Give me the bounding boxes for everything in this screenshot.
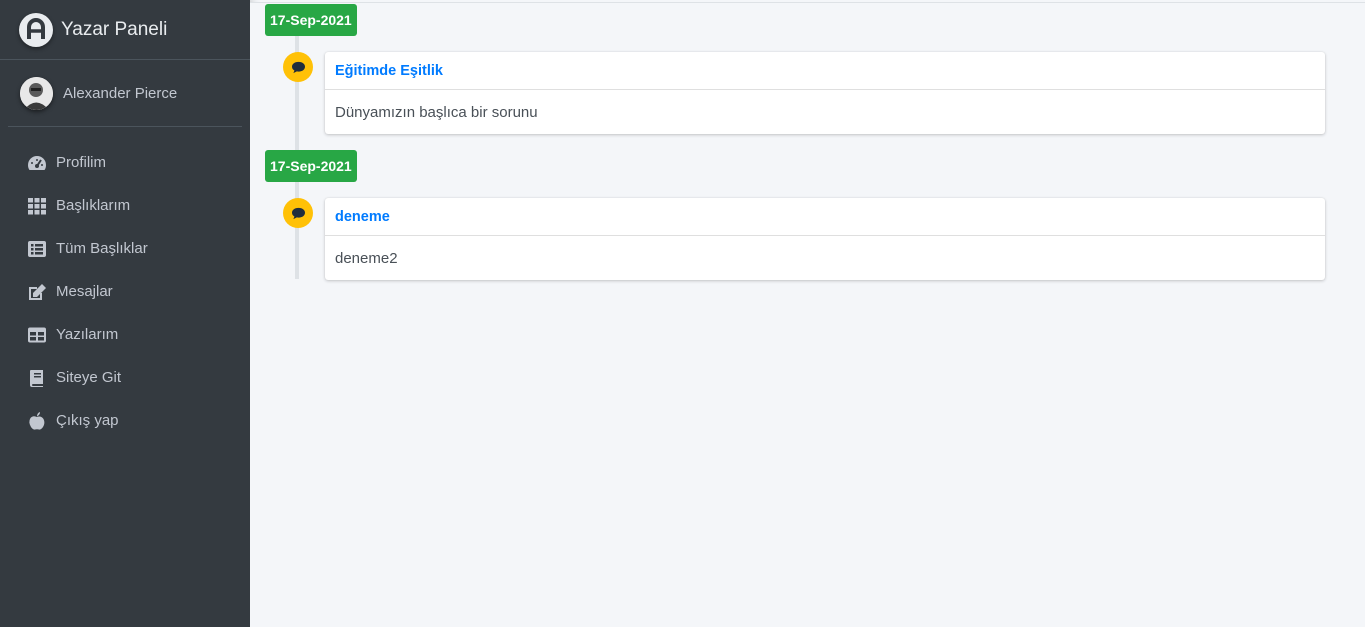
sidebar-item-siteye-git[interactable]: Siteye Git [0,356,250,399]
user-panel: Alexander Pierce [8,60,242,127]
avatar[interactable] [20,76,53,110]
timeline-item-header: deneme [325,198,1325,236]
timeline-item-body: deneme2 [335,249,398,267]
timeline-item-title-link[interactable]: deneme [335,209,390,225]
book-icon [26,368,48,388]
comment-icon [283,52,313,82]
sidebar-item-label: Profilim [56,154,107,171]
timeline-date-badge: 17-Sep-2021 [265,4,357,36]
tachometer-icon [26,153,48,173]
sidebar-nav: Profilim Başlıklarım Tüm Başlıklar Mesaj… [0,127,250,442]
sidebar-item-label: Çıkış yap [56,412,119,429]
timeline-item: Eğitimde Eşitlik Dünyamızın başlıca bir … [325,52,1325,134]
list-icon [26,239,48,259]
brand-link[interactable]: Yazar Paneli [0,0,250,60]
sidebar-item-cikis-yap[interactable]: Çıkış yap [0,399,250,442]
sidebar-item-mesajlar[interactable]: Mesajlar [0,270,250,313]
user-name[interactable]: Alexander Pierce [63,85,177,102]
sidebar: Yazar Paneli Alexander Pierce Profilim B… [0,0,250,627]
sidebar-item-label: Tüm Başlıklar [56,240,148,257]
brand-logo-icon [19,12,53,47]
apple-icon [26,411,48,431]
grid-icon [26,196,48,216]
timeline-item-title-link[interactable]: Eğitimde Eşitlik [335,63,443,79]
edit-icon [26,282,48,302]
sidebar-item-yazilarim[interactable]: Yazılarım [0,313,250,356]
sidebar-item-tum-basliklar[interactable]: Tüm Başlıklar [0,227,250,270]
timeline-date-badge: 17-Sep-2021 [265,150,357,182]
table-icon [26,325,48,345]
sidebar-item-label: Yazılarım [56,326,119,343]
sidebar-item-basliklarim[interactable]: Başlıklarım [0,184,250,227]
timeline-item-body: Dünyamızın başlıca bir sorunu [335,103,538,121]
comment-icon [283,198,313,228]
main-content: 17-Sep-2021 Eğitimde Eşitlik Dünyamızın … [250,2,1365,627]
sidebar-item-label: Siteye Git [56,369,122,386]
brand-title: Yazar Paneli [61,18,168,40]
sidebar-item-label: Başlıklarım [56,197,131,214]
timeline-item-header: Eğitimde Eşitlik [325,52,1325,90]
sidebar-item-label: Mesajlar [56,283,113,300]
sidebar-item-profilim[interactable]: Profilim [0,141,250,184]
timeline-item: deneme deneme2 [325,198,1325,280]
